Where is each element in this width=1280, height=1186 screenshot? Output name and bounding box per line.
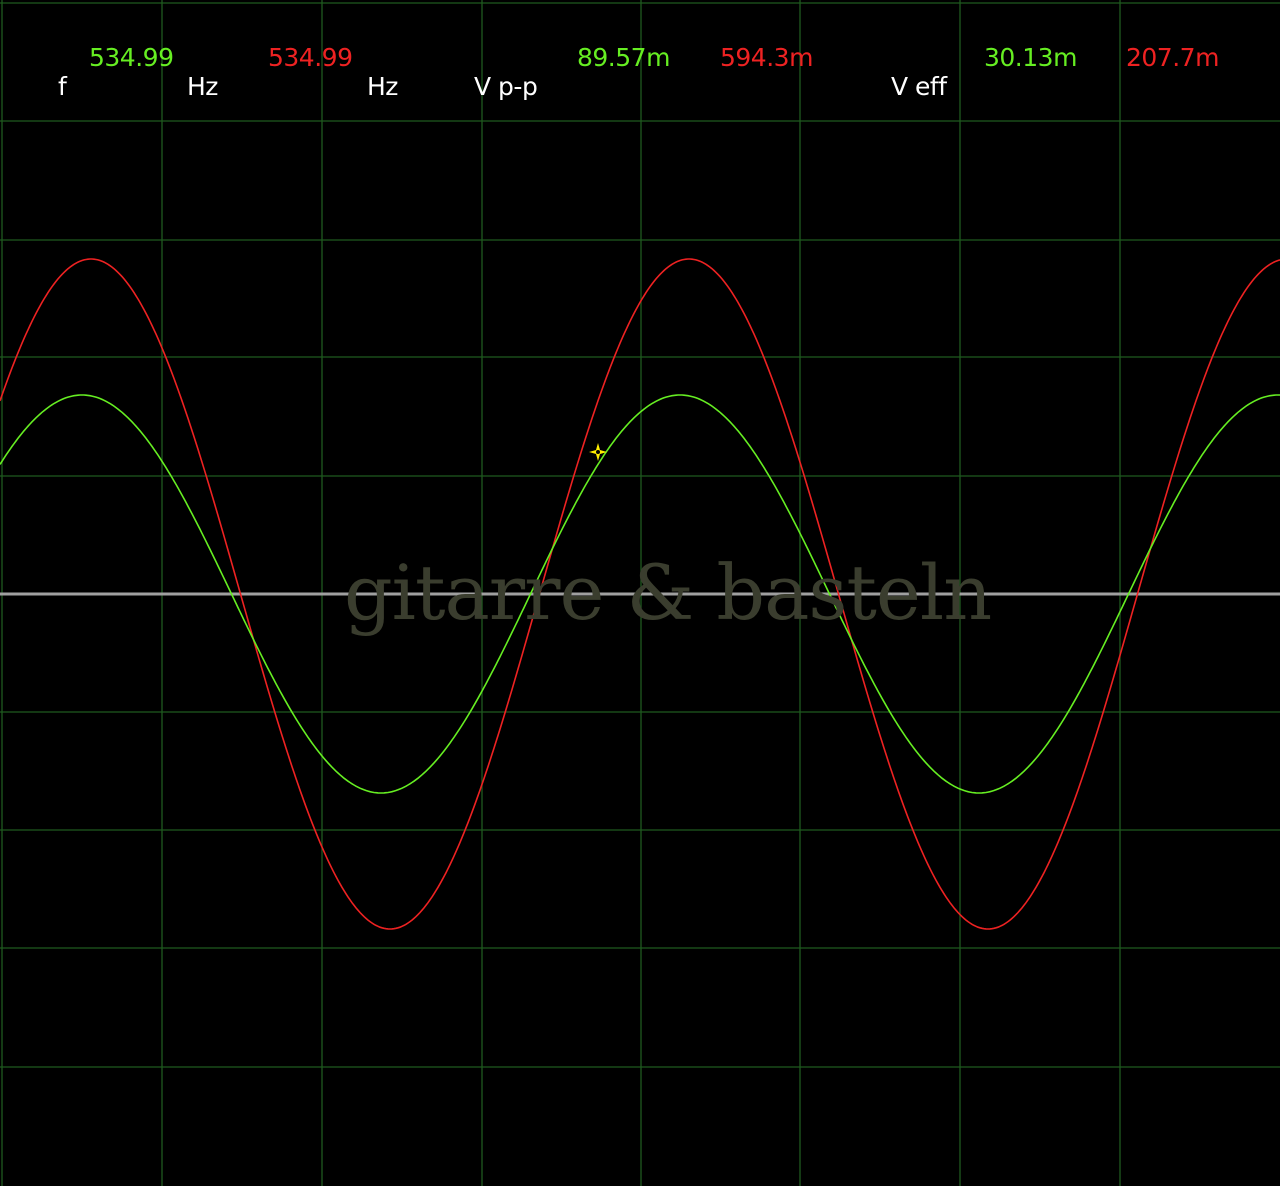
veff-ch2-value: 207.7m: [1126, 43, 1219, 72]
veff-ch1-value: 30.13m: [984, 43, 1077, 72]
vpp-ch2-value: 594.3m: [720, 43, 813, 72]
crosshair-cursor-icon: [589, 443, 607, 461]
watermark-text: gitarre & basteln: [344, 548, 992, 637]
vpp-label: V p-p: [474, 72, 538, 101]
oscilloscope-screen[interactable]: gitarre & basteln 534.99 534.99 89.57m 5…: [0, 0, 1280, 1186]
veff-label: V eff: [891, 72, 947, 101]
vpp-ch1-value: 89.57m: [577, 43, 670, 72]
freq-unit-ch2: Hz: [367, 72, 398, 101]
freq-ch2-value: 534.99: [268, 43, 353, 72]
freq-label: f: [58, 72, 67, 101]
freq-unit-ch1: Hz: [187, 72, 218, 101]
freq-ch1-value: 534.99: [89, 43, 174, 72]
